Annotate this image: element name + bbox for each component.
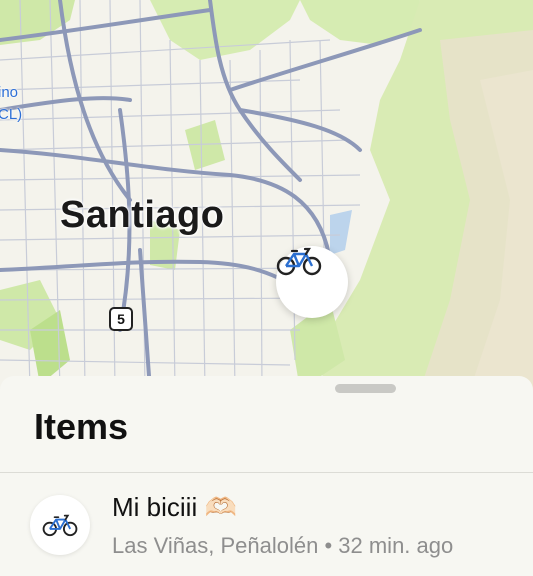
items-sheet[interactable]: Items Mi biciii 🫶🏻 Las Viñas, Peñalolén … [0, 376, 533, 576]
item-time: 32 min. ago [338, 533, 454, 558]
sheet-grabber[interactable] [335, 384, 396, 393]
bike-location-pin[interactable] [276, 246, 348, 318]
map-view[interactable]: ino CL) Santiago 5 [0, 0, 533, 390]
city-label: Santiago [60, 194, 225, 236]
map-place-label-2: CL) [0, 106, 23, 123]
item-avatar [30, 495, 90, 555]
item-separator: • [324, 533, 333, 558]
sheet-title: Items [34, 406, 129, 447]
route-shield: 5 [109, 307, 133, 331]
map-place-label-1: ino [0, 84, 19, 101]
bicycle-icon [42, 514, 78, 537]
item-name: Mi biciii 🫶🏻 [112, 492, 237, 522]
item-location: Las Viñas, Peñalolén [112, 533, 319, 558]
divider [0, 472, 533, 473]
item-subtitle: Las Viñas, Peñalolén • 32 min. ago [112, 533, 453, 559]
bicycle-icon [276, 247, 322, 276]
